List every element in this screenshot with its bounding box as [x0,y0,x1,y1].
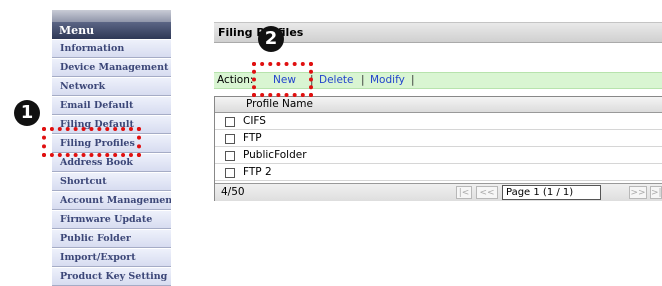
row-checkbox[interactable] [225,134,235,144]
first-page-button[interactable]: |< [456,186,472,199]
prev-page-button[interactable]: << [476,186,498,199]
menu-item-email-default[interactable]: Email Default [52,96,171,115]
pager-bar: 4/50 |< << Page 1 (1 / 1) >> >| [215,183,662,201]
menu-item-shortcut[interactable]: Shortcut [52,172,171,191]
profile-name: FTP 2 [243,166,272,178]
profile-name: PublicFolder [243,149,307,161]
action-label: Action: [217,74,254,86]
table-row[interactable]: FTP [215,130,662,147]
menu-item-import-export[interactable]: Import/Export [52,248,171,267]
profile-count: 4/50 [221,186,245,198]
menu-item-account-management[interactable]: Account Management [52,191,171,210]
step-2-badge: 2 [258,26,284,52]
profile-name: FTP [243,132,262,144]
table-row[interactable]: CIFS [215,113,662,130]
column-profile-name[interactable]: Profile Name [246,97,313,112]
step-1-badge: 1 [14,100,40,126]
menu-header: Menu [52,22,171,39]
delete-link[interactable]: Delete [319,73,354,88]
profiles-table: Profile Name CIFS FTP PublicFolder FTP 2… [214,96,662,201]
action-separator: | [411,74,415,86]
highlight-new-action [252,62,313,97]
page-indicator-field[interactable]: Page 1 (1 / 1) [502,185,601,200]
table-header: Profile Name [215,97,662,113]
profile-name: CIFS [243,115,266,127]
menu-item-device-management[interactable]: Device Management [52,58,171,77]
menu-item-information[interactable]: Information [52,39,171,58]
highlight-filing-profiles [42,127,141,157]
menu-item-public-folder[interactable]: Public Folder [52,229,171,248]
row-checkbox[interactable] [225,151,235,161]
last-page-button[interactable]: >| [650,186,662,199]
table-row[interactable]: FTP 2 [215,164,662,181]
menu-item-firmware-update[interactable]: Firmware Update [52,210,171,229]
action-separator: | [361,74,365,86]
menu-top-bar [52,10,171,22]
row-checkbox[interactable] [225,168,235,178]
modify-link[interactable]: Modify [370,73,405,88]
next-page-button[interactable]: >> [629,186,647,199]
row-checkbox[interactable] [225,117,235,127]
table-row[interactable]: PublicFolder [215,147,662,164]
menu-item-network[interactable]: Network [52,77,171,96]
menu-item-product-key-setting[interactable]: Product Key Setting [52,267,171,286]
